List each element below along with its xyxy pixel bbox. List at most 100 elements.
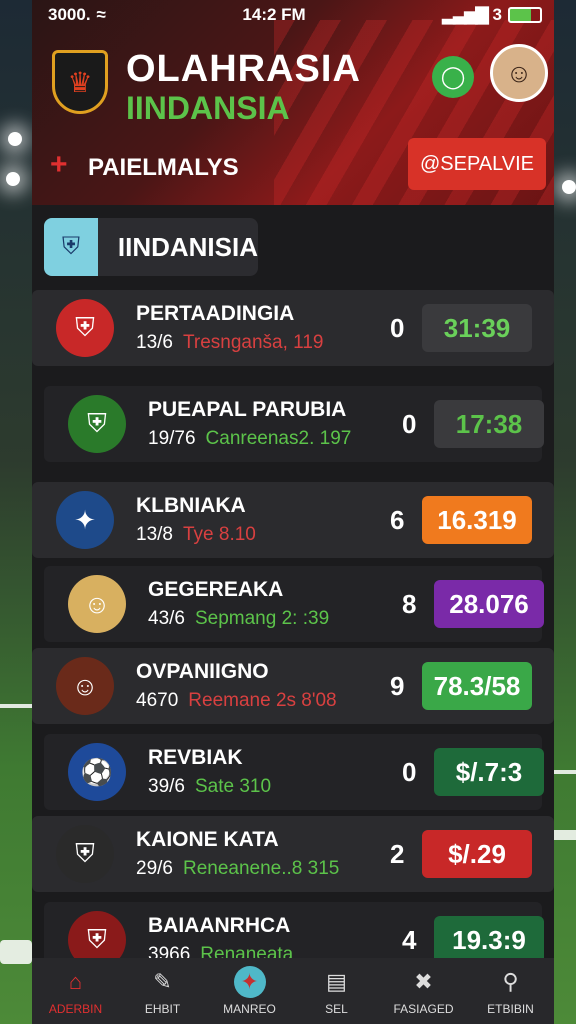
shield-icon: ⛨: [68, 395, 126, 453]
league-selector[interactable]: ⛨ IINDANISIA: [44, 218, 258, 276]
match-row[interactable]: ⛨ KAIONE KATA 29/6 Reneanene..8 315 2 $/.29: [32, 816, 554, 892]
wifi-icon: ≈: [96, 5, 106, 24]
match-score: 8: [402, 588, 417, 619]
team-details: 13/6 Tresnganša, 119: [136, 332, 323, 354]
team-detail-text: Reneanene..8 315: [182, 858, 340, 879]
home-icon: ⌂: [68, 969, 83, 994]
bottom-tab-bar: ⌂ ADERBIN ✎ EHBIT ✦ MANREO ▤ SEL ✖ FASIAGED ⚲ ETBIB…: [32, 958, 554, 1024]
match-score: 4: [402, 924, 417, 955]
match-row[interactable]: ⛨ PERTAADINGIA 13/6 Tresnganša, 119 0 31:39: [32, 290, 554, 366]
tab-label: FASIAGED: [393, 1002, 454, 1016]
match-score: 0: [390, 312, 405, 343]
team-name: KAIONE KATA: [136, 828, 279, 851]
match-time-badge[interactable]: $/.29: [422, 830, 532, 878]
battery-icon: [507, 7, 542, 23]
match-time-badge[interactable]: 16.319: [422, 496, 532, 544]
tab-label: MANREO: [223, 1002, 276, 1016]
team-name: KLBNIAKA: [136, 494, 246, 517]
tab-manreo[interactable]: ✦ MANREO: [210, 966, 290, 1016]
player-icon: ☺: [68, 575, 126, 633]
tab-ehbit[interactable]: ✎ EHBIT: [123, 966, 203, 1016]
shield-icon: ⛨: [56, 299, 114, 357]
crest-icon: ✦: [56, 491, 114, 549]
team-name: BAIAANRHCA: [148, 914, 291, 937]
ball-icon: ⚽: [68, 743, 126, 801]
match-score: 0: [402, 408, 417, 439]
league-shield-icon: ⛨: [44, 218, 98, 276]
tab-fasiaged[interactable]: ✖ FASIAGED: [384, 966, 464, 1016]
stadium-light: [6, 172, 20, 186]
team-code: 19/76: [148, 428, 196, 449]
match-score: 2: [390, 838, 405, 869]
match-row[interactable]: ☺ OVPANIIGNO 4670 Reemane 2s 8'08 9 78.3/58: [32, 648, 554, 724]
team-detail-text: Sate 310: [194, 776, 272, 797]
tab-aderbin[interactable]: ⌂ ADERBIN: [36, 966, 116, 1016]
shield-icon: ⛨: [56, 825, 114, 883]
match-row[interactable]: ⛨ PUEAPAL PARUBIA 19/76 Canreenas2. 197 0 17:…: [44, 386, 544, 462]
match-time-badge[interactable]: $/.7:3: [434, 748, 544, 796]
tab-etbibin[interactable]: ⚲ ETBIBIN: [471, 966, 551, 1016]
team-name: OVPANIIGNO: [136, 660, 269, 683]
match-time-badge[interactable]: 78.3/58: [422, 662, 532, 710]
pitch-line: [0, 704, 32, 708]
pen-icon: ✎: [153, 969, 172, 994]
match-time-badge[interactable]: 31:39: [422, 304, 532, 352]
status-bar: 3000. ≈ 14:2 FM ▂▃▅▇ 3: [32, 0, 554, 30]
player-icon: ☺: [56, 657, 114, 715]
special-button[interactable]: @SEPALVIE: [408, 138, 546, 190]
match-score: 9: [390, 670, 405, 701]
team-detail-text: Canreenas2. 197: [205, 428, 352, 449]
match-time-badge[interactable]: 17:38: [434, 400, 544, 448]
team-details: 39/6 Sate 310: [148, 776, 271, 798]
team-name: PUEAPAL PARUBIA: [148, 398, 347, 421]
players-label[interactable]: PAIELMALYS: [88, 154, 239, 182]
match-row[interactable]: ⚽ REVBIAK 39/6 Sate 310 0 $/.7:3: [44, 734, 544, 810]
team-details: 19/76 Canreenas2. 197: [148, 428, 351, 450]
match-score: 6: [390, 504, 405, 535]
team-detail-text: Tresnganša, 119: [182, 332, 324, 353]
whistle-icon: ✦: [233, 966, 266, 998]
plus-icon[interactable]: +: [50, 148, 68, 182]
match-row[interactable]: ✦ KLBNIAKA 13/8 Tye 8.10 6 16.319: [32, 482, 554, 558]
match-time-badge[interactable]: 28.076: [434, 580, 544, 628]
league-name: IINDANISIA: [117, 231, 258, 262]
status-time: 14:2 FM: [242, 5, 306, 24]
chat-icon: ◯: [440, 64, 466, 89]
team-name: REVBIAK: [148, 746, 243, 769]
app-title: OLAHRASIA: [126, 48, 361, 90]
team-code: 29/6: [136, 858, 173, 879]
pitch-line: [554, 770, 576, 774]
card-icon: ▤: [326, 969, 347, 994]
match-time-badge[interactable]: 19.3:9: [434, 916, 544, 964]
tab-label: EHBIT: [144, 1002, 181, 1016]
team-details: 13/8 Tye 8.10: [136, 524, 256, 546]
team-code: 4670: [136, 690, 179, 711]
team-code: 13/6: [136, 332, 173, 353]
team-code: 43/6: [148, 608, 185, 629]
tab-label: ADERBIN: [48, 1002, 103, 1016]
tab-sel[interactable]: ▤ SEL: [297, 966, 377, 1016]
avatar[interactable]: ☺: [490, 44, 548, 102]
status-right-text: 3: [492, 5, 502, 24]
pitch-line: [0, 940, 32, 964]
match-row[interactable]: ☺ GEGEREAKA 43/6 Sepmang 2: :39 8 28.076: [44, 566, 544, 642]
team-name: PERTAADINGIA: [136, 302, 295, 325]
team-details: 29/6 Reneanene..8 315: [136, 858, 339, 880]
team-code: 13/8: [136, 524, 173, 545]
team-detail-text: Reemane 2s 8'08: [188, 690, 337, 711]
team-detail-text: Tye 8.10: [182, 524, 256, 545]
app-screen: ♛ OLAHRASIA IINDANSIA ◯ ☺ + PAIELMALYS @…: [32, 0, 554, 1024]
tab-label: SEL: [325, 1002, 348, 1016]
header-banner: ♛ OLAHRASIA IINDANSIA ◯ ☺ + PAIELMALYS @…: [32, 0, 554, 205]
team-name: GEGEREAKA: [148, 578, 284, 601]
team-details: 43/6 Sepmang 2: :39: [148, 608, 329, 630]
chat-button[interactable]: ◯: [432, 56, 474, 98]
stadium-light: [8, 132, 22, 146]
tab-label: ETBIBIN: [487, 1002, 534, 1016]
status-left-text: 3000.: [48, 5, 91, 24]
pitch-line: [554, 830, 576, 840]
team-detail-text: Sepmang 2: :39: [194, 608, 330, 629]
team-code: 39/6: [148, 776, 185, 797]
club-logo-icon: ♛: [52, 50, 108, 114]
signal-icon: ▂▃▅▇: [442, 5, 488, 24]
